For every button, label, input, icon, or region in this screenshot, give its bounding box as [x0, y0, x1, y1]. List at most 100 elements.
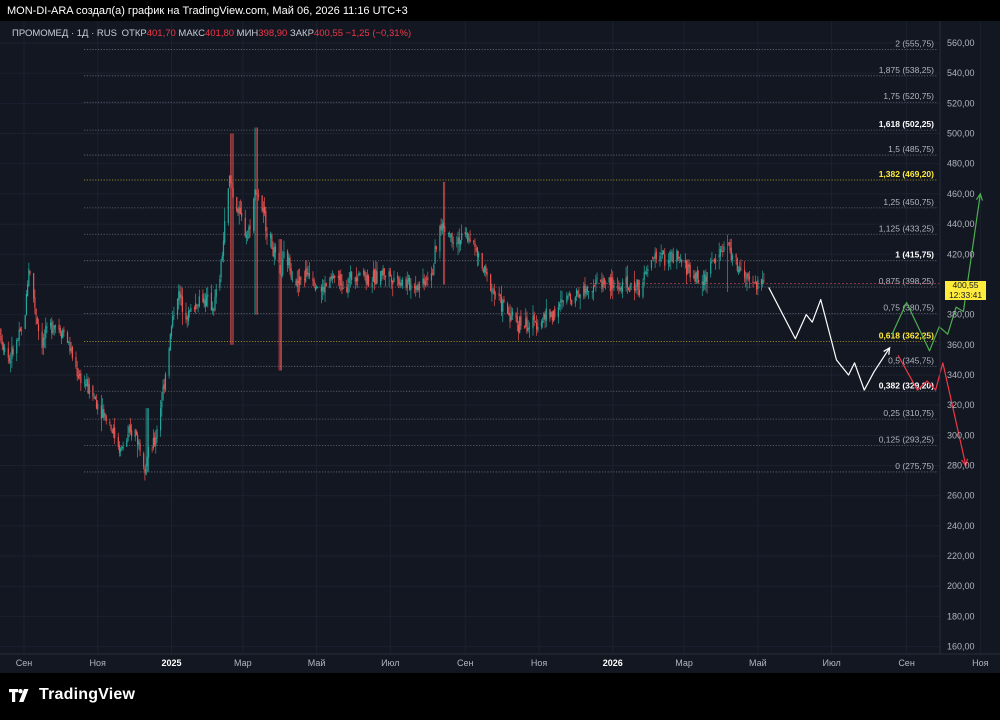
- candle-body: [459, 240, 462, 246]
- candle-body: [315, 286, 318, 288]
- candle: [197, 304, 199, 313]
- candle-body: [215, 289, 217, 297]
- candle-body: [85, 383, 87, 386]
- candle: [0, 328, 2, 344]
- candle: [79, 370, 81, 380]
- candle: [20, 326, 23, 336]
- candle-body: [189, 310, 191, 312]
- candle-body: [578, 293, 580, 298]
- candle-body: [684, 260, 686, 263]
- candle-body: [544, 313, 546, 320]
- brand-footer[interactable]: TradingView: [9, 686, 135, 704]
- candle: [577, 290, 579, 297]
- price-chart[interactable]: 2 (555,75) 1,875 (538,25) 1,75 (520,75) 1,6…: [0, 21, 1000, 673]
- candle-body: [660, 253, 662, 255]
- candle: [650, 259, 653, 271]
- candle: [484, 265, 486, 276]
- candle-body: [551, 312, 553, 321]
- candle: [46, 322, 48, 334]
- candle-body: [127, 434, 129, 441]
- candle: [476, 246, 478, 267]
- candle-body: [737, 270, 740, 273]
- bar-countdown: 12:33:41: [948, 289, 983, 300]
- candle-body: [126, 440, 128, 447]
- candle-body: [317, 286, 319, 288]
- candle-body: [456, 243, 458, 245]
- candle-body: [76, 368, 78, 377]
- candle: [618, 280, 620, 295]
- candle-body: [762, 280, 764, 284]
- candle: [571, 299, 573, 307]
- candle-body: [388, 271, 390, 277]
- candle: [561, 290, 563, 310]
- candle: [375, 260, 377, 285]
- candle-body: [270, 234, 272, 239]
- candle-body: [739, 266, 741, 272]
- candle-body: [613, 285, 615, 288]
- candle: [357, 274, 359, 288]
- candle: [664, 248, 666, 271]
- projection-bull[interactable]: [891, 193, 981, 352]
- candle-body: [458, 237, 460, 244]
- candle: [237, 207, 239, 216]
- candle-body: [253, 198, 255, 231]
- candle-body: [380, 271, 382, 285]
- candle-body: [324, 283, 326, 293]
- candle-body: [355, 277, 358, 282]
- candle: [739, 261, 741, 274]
- candle: [151, 446, 153, 453]
- candle: [24, 314, 26, 330]
- candle: [16, 338, 18, 362]
- candle: [552, 310, 555, 323]
- candle-body: [748, 276, 750, 280]
- candle: [129, 418, 131, 435]
- candle-body: [447, 233, 449, 235]
- candle: [346, 279, 348, 294]
- candle: [467, 232, 469, 244]
- time-axis-label: Ноя: [972, 658, 989, 668]
- candle-body: [636, 279, 638, 287]
- candle: [662, 249, 665, 255]
- candle-body: [667, 260, 669, 264]
- candle: [134, 428, 136, 442]
- candle: [688, 259, 690, 274]
- candle: [76, 360, 78, 381]
- candle: [474, 238, 476, 256]
- candle: [273, 242, 275, 266]
- candle: [669, 251, 671, 267]
- candle-body: [711, 259, 713, 261]
- candle: [164, 372, 167, 392]
- projection-paths[interactable]: [768, 192, 984, 467]
- price-axis-label: 320,00: [947, 400, 975, 410]
- candle-body: [588, 291, 590, 292]
- candle: [545, 298, 547, 328]
- fib-level-label: 0,125 (293,25): [879, 435, 934, 445]
- candle-body: [111, 430, 113, 433]
- candle: [332, 273, 335, 279]
- candle-body: [195, 303, 197, 310]
- price-axis-label: 480,00: [947, 159, 975, 169]
- candle: [432, 268, 434, 276]
- candle: [193, 305, 196, 313]
- candle: [695, 271, 697, 285]
- candle: [473, 240, 475, 245]
- candle-body: [694, 273, 696, 282]
- price-axis-label: 520,00: [947, 98, 975, 108]
- candle: [601, 272, 603, 293]
- candle-body: [510, 315, 512, 321]
- candle-body: [633, 281, 636, 291]
- candle-body: [54, 325, 57, 328]
- candle: [748, 270, 750, 289]
- candle: [392, 280, 394, 297]
- candle: [562, 300, 564, 307]
- candle: [568, 290, 570, 297]
- candle-body: [283, 251, 285, 258]
- candle-body: [441, 223, 443, 231]
- candle: [71, 345, 73, 361]
- candle-body: [400, 282, 402, 286]
- chart-area[interactable]: 2 (555,75) 1,875 (538,25) 1,75 (520,75) 1,6…: [0, 21, 1000, 673]
- candle: [627, 287, 630, 291]
- candle-body: [618, 286, 620, 289]
- candle-body: [752, 281, 754, 283]
- candle-body: [41, 331, 43, 349]
